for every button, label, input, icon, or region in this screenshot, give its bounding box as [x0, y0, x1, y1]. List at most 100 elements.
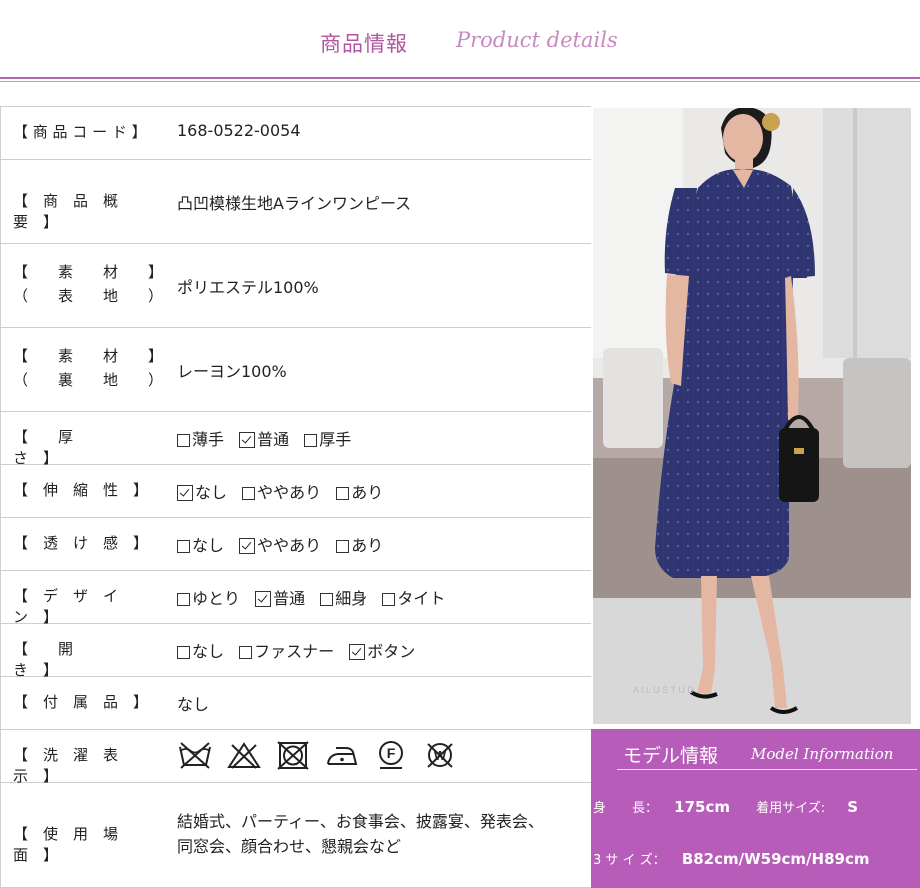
care-symbols: F W [177, 740, 466, 770]
no-tumble-dry-icon [277, 741, 309, 770]
spec-row-design: 【 デ ザ イ ン 】 ゆとり 普通 細身 タイト [1, 571, 591, 626]
page-header: 商品情報 Product details [0, 0, 920, 82]
spec-row-summary: 【 商 品 概 要 】 凸凹模様生地Aラインワンピース [1, 160, 591, 244]
opening-option-none: なし [177, 638, 224, 662]
model-photo-illustration: A I L U S T U D [593, 108, 911, 724]
sheer-option-none: なし [177, 532, 224, 556]
scene-label: 【 使 用 場 面 】 [13, 825, 134, 864]
model-height-value: 175cm [674, 798, 730, 816]
stretch-option-yes: あり [336, 479, 383, 503]
model-info-title-english: Model Information [751, 745, 894, 763]
spec-row-accessory: 【 付 属 品 】 なし [1, 677, 591, 730]
spec-row-care: 【 洗 濯 表 示 】 F [1, 730, 591, 785]
sheer-option-slight: ややあり [239, 532, 321, 556]
no-bleach-icon [227, 742, 261, 769]
care-label: 【 洗 濯 表 示 】 [13, 746, 134, 785]
thickness-options: 薄手 普通 厚手 [177, 426, 361, 450]
checkbox-icon [239, 646, 253, 659]
sheer-label: 【 透 け 感 】 [13, 534, 149, 552]
model-height-label: 身 長： [593, 801, 659, 816]
checkbox-icon [336, 487, 350, 500]
scene-line-2: 同窓会、顔合わせ、懇親会など [177, 837, 402, 856]
checkbox-icon [177, 434, 190, 447]
dry-clean-f-icon: F [379, 741, 404, 769]
stretch-option-slight: ややあり [242, 479, 321, 503]
spec-row-opening: 【 開 き 】 なし ファスナー ボタン [1, 624, 591, 679]
model-measurements-row: 3 サ イ ズ： B82cm/W59cm/H89cm [593, 849, 870, 868]
product-photo: A I L U S T U D [593, 108, 911, 724]
no-wash-icon [179, 742, 211, 769]
accessory-value: なし [177, 695, 210, 714]
checkbox-icon [177, 593, 190, 606]
opening-option-zipper: ファスナー [239, 638, 334, 662]
spec-row-thickness: 【 厚 さ 】 薄手 普通 厚手 [1, 412, 591, 467]
model-info-panel: モデル情報 Model Information 身 長： 175cm 着用サイズ… [591, 729, 920, 888]
section-title-english: Product details [456, 28, 618, 52]
sheer-options: なし ややあり あり [177, 532, 393, 556]
spec-row-code: 【 商 品 コ ー ド 】 168-0522-0054 [1, 107, 591, 160]
svg-text:F: F [387, 745, 396, 761]
iron-low-icon [327, 747, 358, 765]
design-option-tight: タイト [382, 585, 445, 609]
checkbox-icon [177, 540, 190, 553]
code-label: 【 商 品 コ ー ド 】 [13, 123, 147, 141]
checkbox-checked-icon [349, 644, 366, 660]
thickness-option-normal: 普通 [239, 426, 289, 450]
lining-material-label-line2: （ 裏 地 ） [13, 371, 164, 389]
opening-label: 【 開 き 】 [13, 640, 134, 679]
spec-table: 【 商 品 コ ー ド 】 168-0522-0054 【 商 品 概 要 】 … [0, 106, 591, 888]
spec-row-scene: 【 使 用 場 面 】 結婚式、パーティー、お食事会、披露宴、発表会、 同窓会、… [1, 783, 591, 888]
summary-label: 【 商 品 概 要 】 [13, 192, 134, 231]
section-title: 商品情報 [320, 32, 408, 56]
spec-row-stretch: 【 伸 縮 性 】 なし ややあり あり [1, 465, 591, 518]
opening-option-button: ボタン [349, 638, 415, 662]
stretch-option-none: なし [177, 479, 227, 503]
checkbox-icon [336, 540, 350, 553]
spec-row-sheer: 【 透 け 感 】 なし ややあり あり [1, 518, 591, 571]
checkbox-icon [320, 593, 334, 606]
accessory-label: 【 付 属 品 】 [13, 693, 149, 711]
summary-value: 凸凹模様生地Aラインワンピース [177, 194, 412, 213]
checkbox-checked-icon [239, 538, 256, 554]
code-value: 168-0522-0054 [177, 121, 301, 140]
model-info-title: モデル情報 [623, 745, 719, 767]
stretch-label: 【 伸 縮 性 】 [13, 481, 149, 499]
checkbox-icon [382, 593, 396, 606]
outer-material-label-line2: （ 表 地 ） [13, 287, 164, 305]
no-wet-clean-icon: W [427, 743, 454, 768]
design-label: 【 デ ザ イ ン 】 [13, 587, 134, 626]
thickness-option-thin: 薄手 [177, 426, 224, 450]
header-divider [0, 77, 920, 79]
spec-row-lining-material: 【 素 材 】 （ 裏 地 ） レーヨン100% [1, 328, 591, 412]
checkbox-icon [177, 646, 190, 659]
photo-watermark: A I L U S T U D [633, 685, 694, 695]
design-option-normal: 普通 [255, 585, 305, 609]
lining-material-label: 【 素 材 】 （ 裏 地 ） [13, 344, 164, 392]
lining-material-label-line1: 【 素 材 】 [13, 347, 164, 365]
thickness-option-thick: 厚手 [304, 426, 351, 450]
sheer-option-yes: あり [336, 532, 383, 556]
model-measurements-label: 3 サ イ ズ： [593, 853, 666, 868]
scene-line-1: 結婚式、パーティー、お食事会、披露宴、発表会、 [177, 812, 544, 831]
model-height-row: 身 長： 175cm 着用サイズ: S [593, 797, 858, 816]
model-size-value: S [847, 798, 859, 816]
thickness-label: 【 厚 さ 】 [13, 428, 134, 467]
header-divider-thin [0, 81, 920, 82]
scene-value: 結婚式、パーティー、お食事会、披露宴、発表会、 同窓会、顔合わせ、懇親会など [177, 809, 544, 859]
checkbox-icon [242, 487, 256, 500]
design-option-loose: ゆとり [177, 585, 240, 609]
model-size-label: 着用サイズ: [756, 801, 826, 816]
outer-material-value: ポリエステル100% [177, 278, 319, 297]
design-option-slim: 細身 [320, 585, 367, 609]
checkbox-checked-icon [255, 591, 272, 607]
lining-material-value: レーヨン100% [177, 362, 287, 381]
checkbox-checked-icon [177, 485, 193, 501]
checkbox-checked-icon [239, 432, 256, 448]
checkbox-icon [304, 434, 318, 447]
model-info-divider [617, 769, 917, 770]
opening-options: なし ファスナー ボタン [177, 638, 425, 662]
outer-material-label: 【 素 材 】 （ 表 地 ） [13, 260, 164, 308]
design-options: ゆとり 普通 細身 タイト [177, 585, 455, 609]
spec-row-outer-material: 【 素 材 】 （ 表 地 ） ポリエステル100% [1, 244, 591, 328]
stretch-options: なし ややあり あり [177, 479, 393, 503]
